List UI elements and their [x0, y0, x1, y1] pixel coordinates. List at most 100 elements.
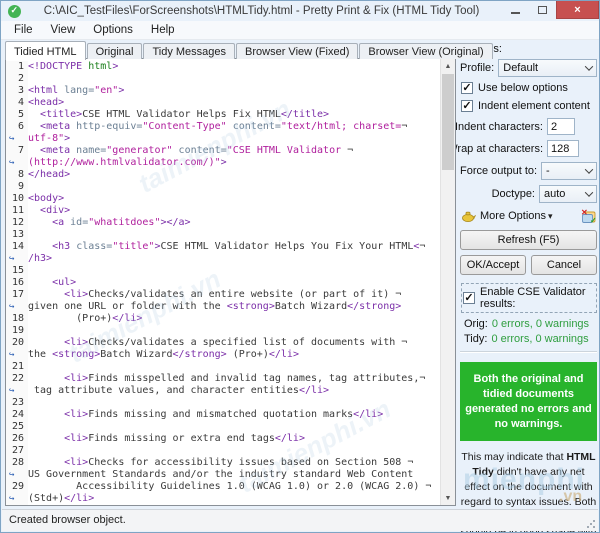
menu-bar: File View Options Help: [1, 21, 599, 40]
maximize-button[interactable]: [529, 1, 556, 19]
code-line[interactable]: (http://www.htmlvalidator.com/)">: [28, 157, 439, 169]
code-line[interactable]: <h3 class="title">CSE HTML Validator Hel…: [28, 241, 439, 253]
menu-item-view[interactable]: View: [42, 22, 85, 38]
tidied-html-editor[interactable]: 1 <!DOCTYPE html> 2 3 <html lang="en"> 4 <head…: [5, 58, 456, 506]
line-number: 15: [6, 265, 28, 277]
tab-tidied-html[interactable]: Tidied HTML: [5, 41, 86, 60]
indent-characters-label: Indent characters:: [454, 120, 543, 133]
editor-vertical-scrollbar[interactable]: ▲ ▼: [440, 59, 455, 505]
tab-browser-view-fixed[interactable]: Browser View (Fixed): [236, 43, 359, 59]
use-below-options-checkbox[interactable]: ✓: [461, 82, 473, 94]
code-line[interactable]: /h3>: [28, 253, 439, 265]
code-row: 22 <li>Finds misspelled and invalid tag …: [6, 373, 439, 385]
line-number: 3: [6, 85, 28, 97]
code-row: 4 <head>: [6, 97, 439, 109]
code-line[interactable]: <meta name="generator" content="CSE HTML…: [28, 145, 439, 157]
line-number: 17: [6, 289, 28, 301]
code-line[interactable]: [28, 421, 439, 433]
code-row: 24 <li>Finds missing and mismatched quot…: [6, 409, 439, 421]
enable-cse-checkbox[interactable]: ✓: [463, 292, 475, 304]
code-line[interactable]: given one URL or folder with the <strong…: [28, 301, 439, 313]
scroll-down-button[interactable]: ▼: [441, 491, 455, 505]
code-row: ↪ tag attribute values, and character en…: [6, 385, 439, 397]
minimize-icon: [511, 12, 520, 14]
line-number: 6: [6, 121, 28, 133]
code-line[interactable]: utf-8">: [28, 133, 439, 145]
wrap-characters-input[interactable]: [547, 140, 579, 157]
code-line[interactable]: tag attribute values, and character enti…: [28, 385, 439, 397]
indent-element-content-checkbox[interactable]: ✓: [461, 100, 473, 112]
code-row: 25: [6, 421, 439, 433]
tab-original[interactable]: Original: [86, 43, 143, 59]
code-line[interactable]: <head>: [28, 97, 439, 109]
scrollbar-thumb[interactable]: [442, 74, 454, 170]
code-line[interactable]: [28, 181, 439, 193]
cancel-button[interactable]: Cancel: [531, 255, 597, 275]
menu-item-options[interactable]: Options: [84, 22, 142, 38]
tab-tidy-messages[interactable]: Tidy Messages: [143, 43, 236, 59]
code-line[interactable]: <!DOCTYPE html>: [28, 61, 439, 73]
svg-text:✓: ✓: [590, 216, 597, 224]
scroll-up-button[interactable]: ▲: [441, 59, 455, 73]
resize-grip[interactable]: [586, 519, 596, 529]
code-line[interactable]: <li>Finds missing and mismatched quotati…: [28, 409, 439, 421]
orig-results-row: Orig: 0 errors, 0 warnings: [464, 318, 597, 330]
code-line[interactable]: <div>: [28, 205, 439, 217]
force-output-select[interactable]: -: [541, 162, 597, 180]
line-number: 8: [6, 169, 28, 181]
code-line[interactable]: [28, 325, 439, 337]
code-row: 6 <meta http-equiv="Content-Type" conten…: [6, 121, 439, 133]
code-line[interactable]: [28, 361, 439, 373]
code-line[interactable]: [28, 265, 439, 277]
code-line[interactable]: <body>: [28, 193, 439, 205]
line-number: 12: [6, 217, 28, 229]
code-area[interactable]: 1 <!DOCTYPE html> 2 3 <html lang="en"> 4 <head…: [6, 61, 439, 505]
code-line[interactable]: [28, 229, 439, 241]
tab-browser-view-original[interactable]: Browser View (Original): [359, 43, 493, 59]
code-row: 12 <a id="whatitdoes"></a>: [6, 217, 439, 229]
code-line[interactable]: </head>: [28, 169, 439, 181]
wrap-marker-icon: ↪: [6, 349, 28, 361]
doctype-label: Doctype:: [491, 188, 535, 200]
more-options-button[interactable]: More Options: [480, 210, 546, 222]
code-line[interactable]: [28, 73, 439, 85]
code-line[interactable]: (Pro+)</li>: [28, 313, 439, 325]
code-line[interactable]: [28, 397, 439, 409]
code-line[interactable]: <html lang="en">: [28, 85, 439, 97]
code-line[interactable]: <li>Checks for accessibility issues base…: [28, 457, 439, 469]
force-output-row: Force output to: -: [460, 162, 597, 180]
code-line[interactable]: <li>Checks/validates an entire website (…: [28, 289, 439, 301]
code-line[interactable]: the <strong>Batch Wizard</strong> (Pro+)…: [28, 349, 439, 361]
indent-characters-input[interactable]: [547, 118, 575, 135]
window-controls: ×: [502, 1, 599, 21]
lamp-icon: [462, 211, 476, 222]
code-line[interactable]: <title>CSE HTML Validator Helps Fix HTML…: [28, 109, 439, 121]
app-window: C:\AIC_TestFiles\ForScreenshots\HTMLTidy…: [0, 0, 600, 533]
ok-cancel-row: OK/Accept Cancel: [460, 255, 597, 275]
profile-select[interactable]: Default: [498, 59, 597, 77]
ok-accept-button[interactable]: OK/Accept: [460, 255, 526, 275]
line-number: 9: [6, 181, 28, 193]
refresh-button[interactable]: Refresh (F5): [460, 230, 597, 250]
code-line[interactable]: Accessibility Guidelines 1.0 (WCAG 1.0) …: [28, 481, 439, 493]
code-line[interactable]: <li>Finds missing or extra end tags</li>: [28, 433, 439, 445]
menu-item-file[interactable]: File: [5, 22, 42, 38]
force-output-label: Force output to:: [460, 165, 538, 177]
code-line[interactable]: <li>Finds misspelled and invalid tag nam…: [28, 373, 439, 385]
code-line[interactable]: <a id="whatitdoes"></a>: [28, 217, 439, 229]
code-line[interactable]: [28, 445, 439, 457]
minimize-button[interactable]: [502, 1, 529, 19]
code-line[interactable]: US Government Standards and/or the indus…: [28, 469, 439, 481]
line-number: 21: [6, 361, 28, 373]
code-line[interactable]: <meta http-equiv="Content-Type" content=…: [28, 121, 439, 133]
code-line[interactable]: <ul>: [28, 277, 439, 289]
menu-item-help[interactable]: Help: [142, 22, 184, 38]
validator-profiles-icon[interactable]: ✕ ✓: [580, 208, 597, 224]
doctype-select[interactable]: auto: [539, 185, 597, 203]
wrap-marker-icon: ↪: [6, 157, 28, 169]
line-number: 1: [6, 61, 28, 73]
close-button[interactable]: ×: [556, 1, 599, 19]
code-line[interactable]: (Std+)</li>: [28, 493, 439, 505]
code-line[interactable]: <li>Checks/validates a specified list of…: [28, 337, 439, 349]
app-check-icon: [8, 4, 21, 18]
